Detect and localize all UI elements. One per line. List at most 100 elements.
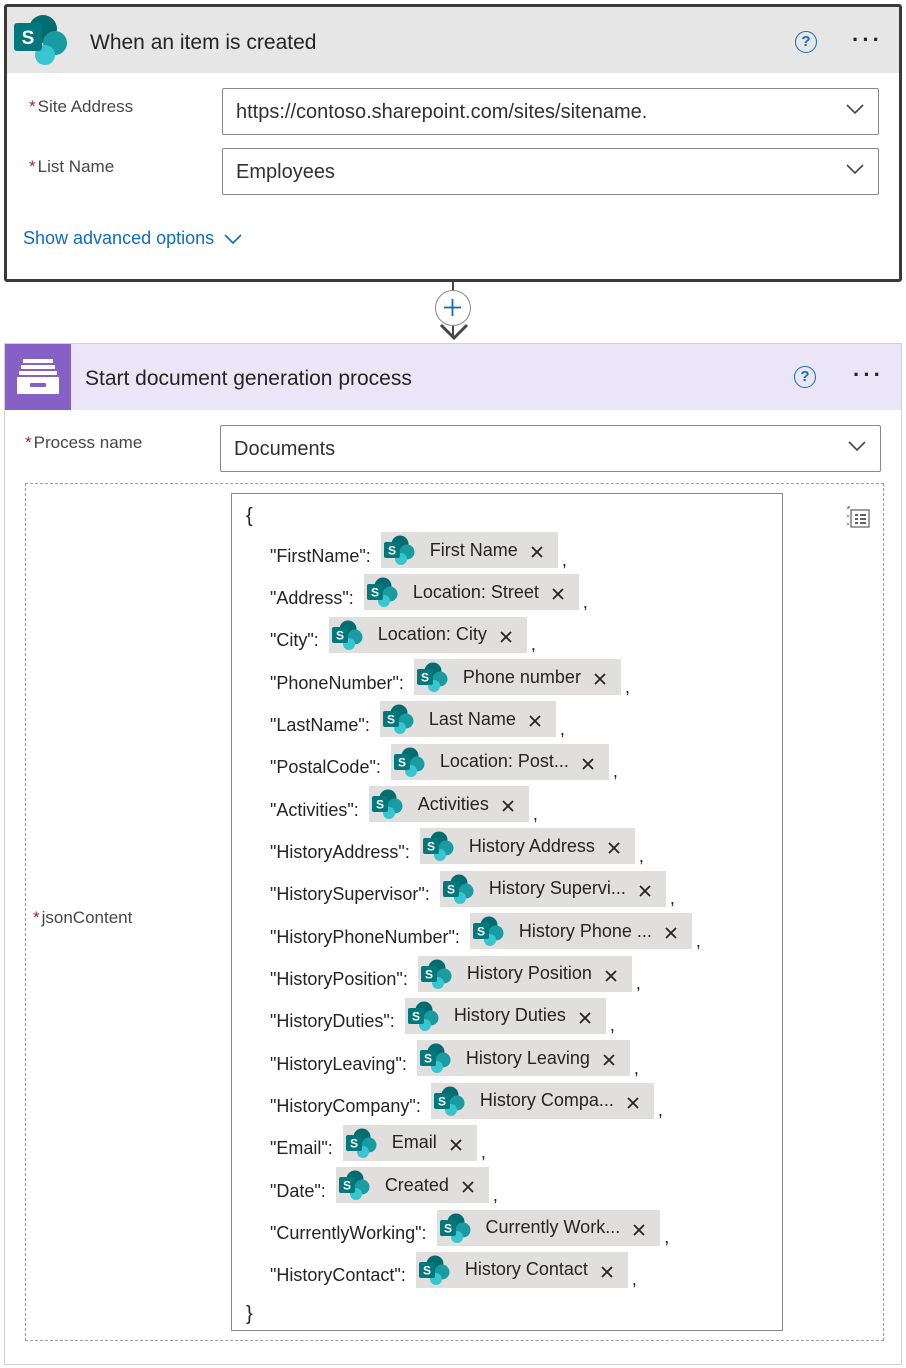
more-options-icon[interactable]: ··· <box>853 364 884 386</box>
more-options-icon[interactable]: ··· <box>852 29 883 51</box>
dynamic-content-token[interactable]: S History Duties <box>404 997 606 1034</box>
svg-text:S: S <box>427 840 435 854</box>
site-address-dropdown[interactable]: https://contoso.sharepoint.com/sites/sit… <box>222 88 879 135</box>
dynamic-content-token[interactable]: S Location: Street <box>363 574 579 611</box>
document-tray-icon <box>17 359 59 394</box>
help-icon[interactable]: ? <box>794 366 816 388</box>
plus-icon <box>444 299 461 316</box>
json-content-editor[interactable]: { "FirstName": S First Name, "Address": S Loc… <box>231 493 783 1331</box>
json-key: "PostalCode": <box>270 757 381 778</box>
remove-token-icon[interactable] <box>578 1011 592 1025</box>
json-content-label-text: jsonContent <box>41 908 133 927</box>
dynamic-content-token[interactable]: S Created <box>335 1167 489 1204</box>
dynamic-content-token[interactable]: S History Address <box>419 828 635 865</box>
dynamic-content-token[interactable]: S Phone number <box>413 659 621 696</box>
remove-token-icon[interactable] <box>632 1223 646 1237</box>
json-row: "FirstName": S First Name, <box>270 532 567 570</box>
token-label: History Contact <box>464 1259 588 1280</box>
token-label: Currently Work... <box>485 1217 621 1238</box>
json-row: "Activities": S Activities, <box>270 786 538 824</box>
remove-token-icon[interactable] <box>593 672 607 686</box>
sharepoint-icon: S <box>14 15 67 65</box>
sharepoint-icon: S <box>433 1086 465 1116</box>
svg-text:S: S <box>425 967 433 981</box>
sharepoint-icon: S <box>382 704 414 735</box>
chevron-down-icon[interactable] <box>224 233 242 245</box>
json-row: "PostalCode": S Location: Post..., <box>270 743 618 781</box>
remove-token-icon[interactable] <box>604 969 618 983</box>
json-row: "PhoneNumber": S Phone number, <box>270 659 630 697</box>
dynamic-content-token[interactable]: S Location: Post... <box>390 743 609 780</box>
sharepoint-icon: S <box>442 874 474 904</box>
action-title: Start document generation process <box>85 367 412 390</box>
dynamic-content-token[interactable]: S History Leaving <box>416 1040 630 1077</box>
remove-token-icon[interactable] <box>499 630 513 644</box>
action-header[interactable]: Start document generation process ? ··· <box>5 344 901 410</box>
json-row: "HistorySupervisor": S History Supervi..., <box>270 870 675 908</box>
svg-text:S: S <box>388 544 396 558</box>
json-row: "HistoryAddress": S History Address, <box>270 828 644 866</box>
json-key: "HistoryAddress": <box>270 841 410 862</box>
show-advanced-options-link[interactable]: Show advanced options <box>23 229 214 247</box>
svg-text:S: S <box>376 798 384 812</box>
dynamic-content-token[interactable]: S Email <box>342 1124 477 1161</box>
remove-token-icon[interactable] <box>626 1096 640 1110</box>
sharepoint-icon: S <box>472 916 504 947</box>
json-row: "Address": S Location: Street, <box>270 574 588 612</box>
remove-token-icon[interactable] <box>607 841 621 855</box>
json-comma: , <box>657 1100 663 1121</box>
remove-token-icon[interactable] <box>600 1265 614 1279</box>
dynamic-content-token[interactable]: S History Phone ... <box>469 913 692 950</box>
json-row: "Email": S Email, <box>270 1124 486 1162</box>
token-label: History Supervi... <box>488 878 626 899</box>
svg-text:S: S <box>423 1263 431 1277</box>
remove-token-icon[interactable] <box>551 587 565 601</box>
trigger-title: When an item is created <box>90 31 317 54</box>
json-key: "HistoryContact": <box>270 1265 406 1286</box>
remove-token-icon[interactable] <box>528 714 542 728</box>
process-name-dropdown[interactable]: Documents <box>220 425 881 472</box>
remove-token-icon[interactable] <box>449 1138 463 1152</box>
list-name-dropdown[interactable]: Employees <box>222 148 879 195</box>
json-key: "CurrentlyWorking": <box>270 1223 427 1244</box>
dynamic-content-token[interactable]: S History Contact <box>415 1251 628 1288</box>
chevron-down-icon <box>848 441 866 452</box>
dynamic-content-token[interactable]: S History Compa... <box>430 1082 654 1119</box>
json-row: "LastName": S Last Name, <box>270 701 565 739</box>
dynamic-content-token[interactable]: S Activities <box>368 786 529 823</box>
dynamic-content-token[interactable]: S History Position <box>417 955 632 992</box>
required-marker: * <box>29 157 36 176</box>
dynamic-content-token[interactable]: S History Supervi... <box>439 870 666 907</box>
json-key: "HistoryCompany": <box>270 1096 421 1117</box>
remove-token-icon[interactable] <box>530 545 544 559</box>
insert-step-button[interactable] <box>435 290 471 326</box>
dynamic-content-token[interactable]: S Currently Work... <box>436 1209 661 1246</box>
help-icon[interactable]: ? <box>795 31 817 53</box>
json-key: "LastName": <box>270 714 370 735</box>
remove-token-icon[interactable] <box>581 757 595 771</box>
token-label: Activities <box>417 793 489 814</box>
dynamic-content-token[interactable]: S First Name <box>380 532 558 568</box>
token-label: Location: Post... <box>439 751 569 772</box>
list-name-label: * List Name <box>29 158 114 175</box>
remove-token-icon[interactable] <box>664 926 678 940</box>
sharepoint-icon: S <box>422 831 454 862</box>
trigger-header[interactable]: S When an item is created ? ··· <box>7 7 899 73</box>
remove-token-icon[interactable] <box>501 799 515 813</box>
json-key: "Date": <box>270 1180 326 1201</box>
dynamic-content-token[interactable]: S Location: City <box>328 616 527 653</box>
process-name-label: * Process name <box>25 434 142 451</box>
list-name-label-text: List Name <box>37 157 115 176</box>
token-label: History Duties <box>453 1005 566 1026</box>
json-comma: , <box>624 676 630 697</box>
remove-token-icon[interactable] <box>602 1053 616 1067</box>
site-address-label-text: Site Address <box>37 97 134 116</box>
svg-text:S: S <box>387 713 395 727</box>
dynamic-content-token[interactable]: S Last Name <box>379 701 556 738</box>
json-row: "HistoryPhoneNumber": S History Phone ..., <box>270 913 701 951</box>
dynamic-content-icon[interactable] <box>846 503 872 529</box>
remove-token-icon[interactable] <box>638 884 652 898</box>
json-comma: , <box>532 803 538 824</box>
remove-token-icon[interactable] <box>461 1180 475 1194</box>
json-row: "HistoryPosition": S History Position, <box>270 955 641 993</box>
